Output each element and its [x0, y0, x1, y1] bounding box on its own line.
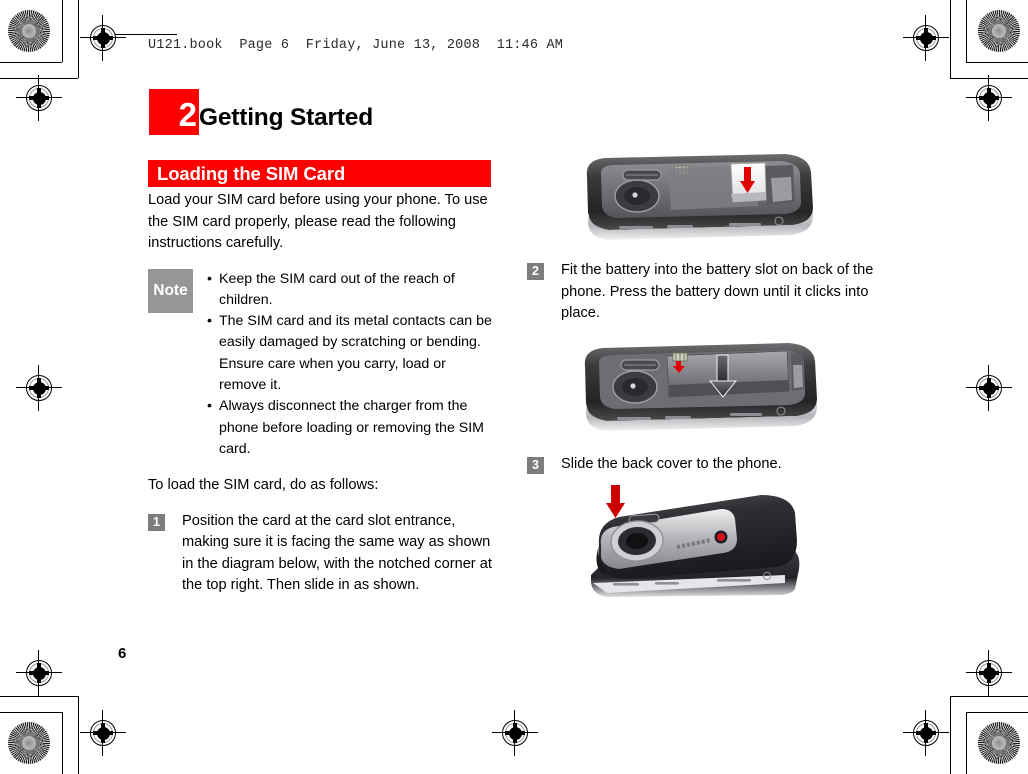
crop-line-top-right-v2: [950, 0, 952, 78]
sim-card-insertion-diagram: [586, 154, 813, 240]
step-number-badge: 3: [527, 456, 544, 474]
crop-line-top-left-v: [62, 0, 64, 62]
figure-sim-card-insertion: [579, 150, 887, 242]
manual-page: U121.book Page 6 Friday, June 13, 2008 1…: [0, 0, 1028, 774]
figure-back-cover-slide: [585, 483, 887, 611]
chapter-number: 2: [178, 95, 197, 133]
note-item-text: Always disconnect the charger from the p…: [219, 398, 484, 457]
registration-mark-right-upper: [966, 75, 1012, 121]
note-block: Note • Keep the SIM card out of the reac…: [148, 268, 493, 461]
crop-line-bottom-right-h: [966, 712, 1028, 714]
registration-mark-bottom-center: [492, 710, 538, 756]
note-item-text: The SIM card and its metal contacts can …: [219, 313, 492, 393]
step-number-badge: 2: [527, 263, 544, 280]
color-calibration-target-top-left: [8, 10, 50, 52]
header-rule: [115, 34, 177, 36]
step-text: Slide the back cover to the phone.: [561, 455, 782, 472]
chapter-number-box: 2: [149, 89, 199, 135]
registration-mark-left-upper: [16, 75, 62, 121]
color-calibration-target-top-right: [978, 10, 1020, 52]
intro-paragraph: Load your SIM card before using your pho…: [148, 192, 488, 251]
color-calibration-target-bottom-right: [978, 722, 1020, 764]
step-text: Position the card at the card slot entra…: [182, 512, 492, 594]
note-item: • Always disconnect the charger from the…: [207, 396, 493, 460]
page-number: 6: [118, 645, 127, 662]
bullet-icon: •: [207, 398, 212, 415]
crop-line-bottom-right-v2: [950, 696, 952, 774]
step-number-badge: 1: [148, 513, 165, 531]
crop-line-top-right-h: [966, 62, 1028, 64]
bullet-icon: •: [207, 270, 212, 287]
registration-mark-left-middle: [16, 365, 62, 411]
note-item-text: Keep the SIM card out of the reach of ch…: [219, 270, 455, 308]
section-title-banner: Loading the SIM Card: [148, 160, 491, 187]
crop-line-top-left-v2: [78, 0, 80, 78]
registration-mark-right-lower: [966, 650, 1012, 696]
chapter-title: Getting Started: [199, 103, 373, 131]
crop-line-bottom-left-h: [0, 712, 62, 714]
crop-line-bottom-right-v: [966, 712, 968, 774]
step-text: Fit the battery into the battery slot on…: [561, 262, 874, 321]
step-3: 3 Slide the back cover to the phone.: [527, 454, 887, 476]
crop-line-bottom-left-h2: [0, 696, 78, 698]
crop-line-bottom-left-v: [62, 712, 64, 774]
crop-line-top-right-v: [966, 0, 968, 62]
color-calibration-target-bottom-left: [8, 722, 50, 764]
crop-line-bottom-right-h2: [950, 696, 1028, 698]
registration-mark-bottom-right-outer: [903, 710, 949, 756]
note-item-list: • Keep the SIM card out of the reach of …: [207, 269, 493, 461]
registration-mark-top-right-outer: [903, 15, 949, 61]
figure-battery-insertion: [575, 339, 887, 434]
red-down-arrow-icon: [606, 485, 625, 518]
note-label-badge: Note: [148, 268, 193, 313]
registration-mark-left-lower: [16, 650, 62, 696]
note-item: • Keep the SIM card out of the reach of …: [207, 269, 493, 312]
registration-mark-right-middle: [966, 365, 1012, 411]
right-column: 2 Fit the battery into the battery slot …: [527, 150, 887, 611]
back-cover-slide-diagram: [591, 485, 800, 597]
crop-line-top-left-h: [0, 62, 62, 64]
step-1: 1 Position the card at the card slot ent…: [148, 511, 493, 597]
step-2: 2 Fit the battery into the battery slot …: [527, 260, 887, 325]
file-header-text: U121.book Page 6 Friday, June 13, 2008 1…: [148, 38, 564, 53]
bullet-icon: •: [207, 313, 212, 330]
lead-in-paragraph: To load the SIM card, do as follows:: [148, 477, 379, 494]
crop-line-bottom-left-v2: [78, 696, 80, 774]
battery-insertion-diagram: [584, 342, 817, 431]
registration-mark-top-left-outer: [80, 15, 126, 61]
note-item: • The SIM card and its metal contacts ca…: [207, 311, 493, 396]
chapter-heading: 2 Getting Started: [149, 89, 373, 135]
registration-mark-bottom-left-outer: [80, 710, 126, 756]
left-column: Load your SIM card before using your pho…: [148, 190, 493, 597]
